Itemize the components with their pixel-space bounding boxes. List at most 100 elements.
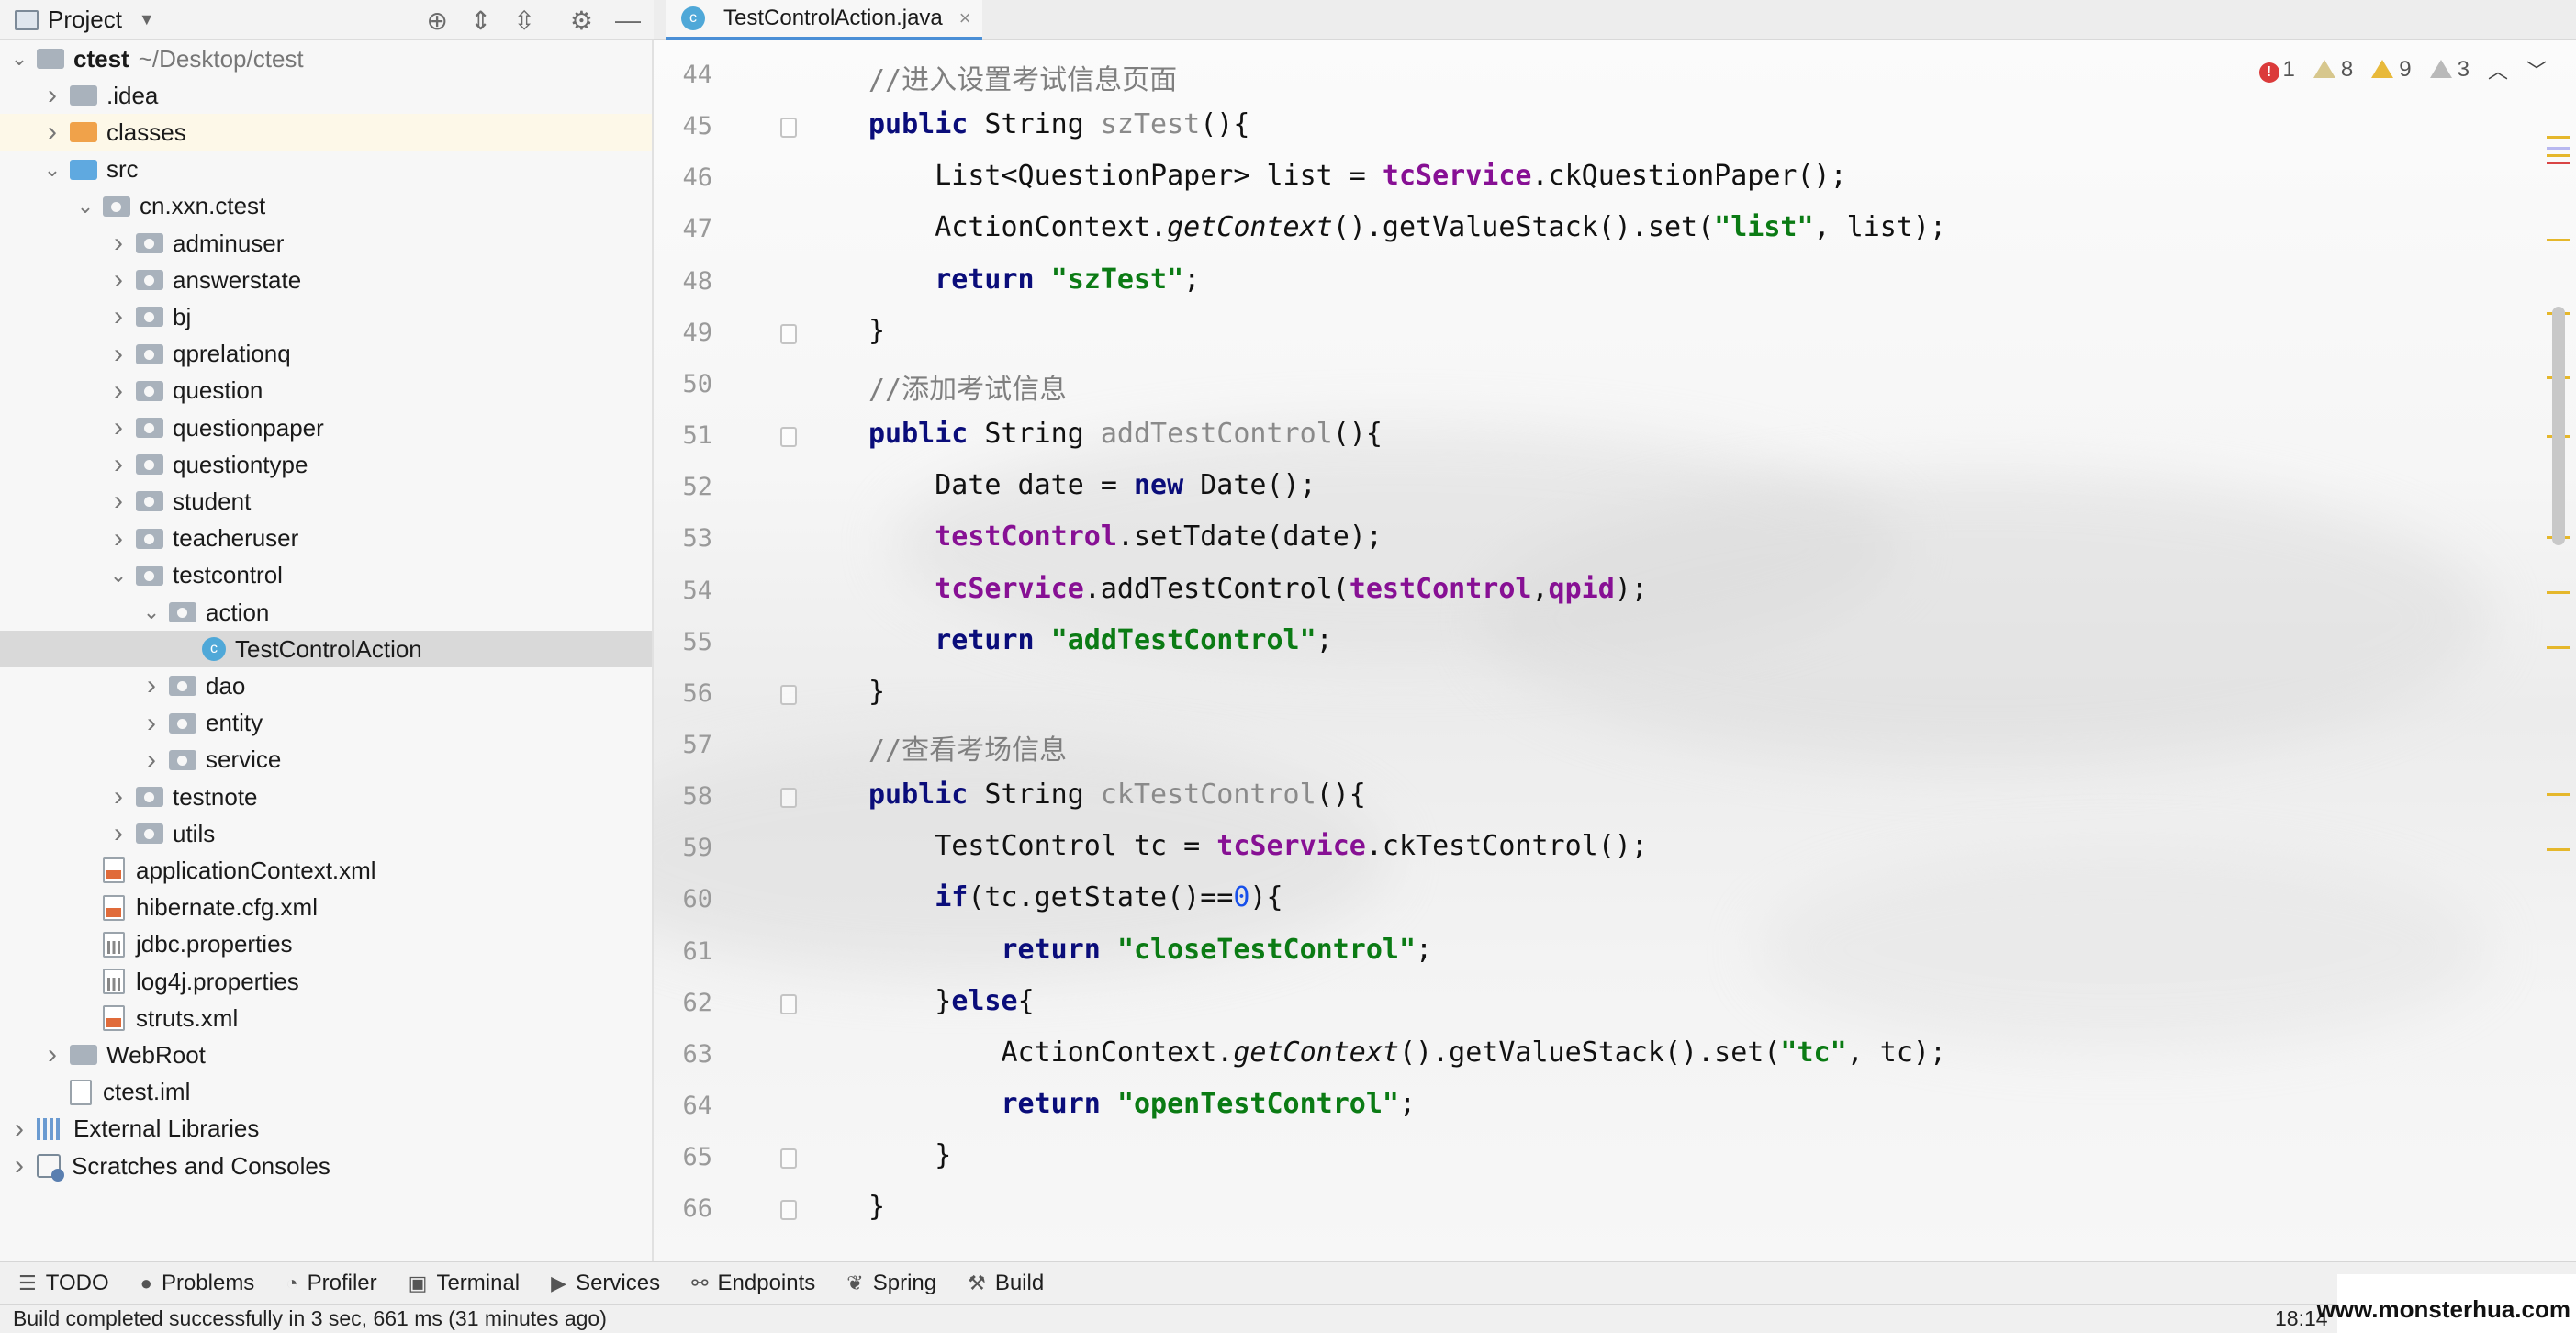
expand-all-icon[interactable]: ⇕ [470,6,491,36]
tree-row[interactable]: › dao [0,667,652,704]
chevron-right-icon[interactable]: › [42,1039,62,1070]
code-line[interactable]: TestControl tc = tcService.ckTestControl… [868,830,1648,862]
tree-row[interactable]: › questionpaper [0,409,652,446]
tree-row[interactable]: › qprelationq [0,336,652,373]
weak-warning-count[interactable]: 3 [2429,57,2470,83]
code-line[interactable]: public String szTest(){ [868,108,1249,140]
chevron-right-icon[interactable]: › [141,745,162,776]
chevron-right-icon[interactable]: › [108,449,129,480]
tree-row[interactable]: › question [0,373,652,409]
code-line[interactable]: ActionContext.getContext().getValueStack… [868,211,1946,243]
chevron-right-icon[interactable]: › [108,781,129,812]
tab-testcontrolaction[interactable]: c TestControlAction.java × [666,0,982,40]
code-line[interactable]: return "addTestControl"; [868,624,1332,656]
code-line[interactable]: return "closeTestControl"; [868,934,1433,966]
code-line[interactable]: } [868,315,885,347]
project-view-selector[interactable]: Project ▼ [15,6,155,34]
status-message[interactable]: Build completed successfully in 3 sec, 6… [13,1306,607,1331]
code-line[interactable]: } [868,1191,885,1223]
tool-window-profiler[interactable]: ◔ Profiler [286,1271,376,1296]
tree-row[interactable]: ⌄ action [0,594,652,631]
chevron-right-icon[interactable]: › [108,486,129,517]
code-line[interactable]: }else{ [868,985,1034,1017]
chevron-right-icon[interactable]: › [108,228,129,259]
tool-window-endpoints[interactable]: ⚯ Endpoints [691,1271,815,1296]
code-line[interactable]: List<QuestionPaper> list = tcService.ckQ… [868,160,1846,192]
code-line[interactable]: return "szTest"; [868,263,1200,296]
tree-row[interactable]: struts.xml [0,1000,652,1036]
code-line[interactable]: public String addTestControl(){ [868,418,1383,450]
tree-row[interactable]: c TestControlAction [0,631,652,668]
chevron-down-icon[interactable]: ⌄ [9,47,29,71]
stripe-mark[interactable] [2547,147,2570,150]
chevron-right-icon[interactable]: › [42,117,62,148]
fold-marker[interactable] [780,788,797,809]
chevron-right-icon[interactable]: › [108,375,129,407]
code-line[interactable]: } [868,1139,951,1171]
chevron-down-icon[interactable]: ⌄ [108,564,129,588]
chevron-right-icon[interactable]: › [42,80,62,111]
chevron-down-icon[interactable]: ▼ [139,10,155,29]
tree-row[interactable]: applicationContext.xml [0,852,652,889]
stripe-mark[interactable] [2547,239,2570,241]
chevron-up-icon[interactable]: ︿ [2488,55,2508,84]
chevron-right-icon[interactable]: › [108,818,129,849]
tree-row[interactable]: › teacheruser [0,521,652,557]
chevron-right-icon[interactable]: › [9,1150,29,1182]
fold-marker[interactable] [780,323,797,344]
chevron-right-icon[interactable]: › [141,670,162,701]
tree-row[interactable]: › bj [0,298,652,335]
tree-row[interactable]: › .idea [0,77,652,114]
code-line[interactable]: return "openTestControl"; [868,1088,1417,1120]
chevron-right-icon[interactable]: › [108,339,129,370]
tool-window-services[interactable]: ▶ Services [551,1271,660,1296]
tool-window-build[interactable]: ⚒ Build [968,1271,1044,1296]
warning-count-secondary[interactable]: 9 [2371,57,2412,83]
tree-row[interactable]: ⌄ cn.xxn.ctest [0,188,652,225]
tree-row[interactable]: › service [0,742,652,779]
collapse-all-icon[interactable]: ⇳ [513,6,534,36]
tool-window-terminal[interactable]: ▣ Terminal [409,1271,521,1296]
stripe-mark[interactable] [2547,154,2570,157]
code-line[interactable]: testControl.setTdate(date); [868,521,1383,553]
chevron-right-icon[interactable]: › [108,264,129,296]
fold-marker[interactable] [780,1200,797,1221]
chevron-right-icon[interactable]: › [108,412,129,443]
tree-row[interactable]: › External Libraries [0,1111,652,1148]
tree-row[interactable]: › Scratches and Consoles [0,1148,652,1184]
code-line[interactable]: public String ckTestControl(){ [868,779,1366,811]
code-line[interactable]: ActionContext.getContext().getValueStack… [868,1036,1946,1069]
gear-icon[interactable]: ⚙ [570,6,593,36]
tool-window-problems[interactable]: ● Problems [140,1271,255,1296]
tree-row[interactable]: › WebRoot [0,1036,652,1073]
chevron-right-icon[interactable]: › [9,1114,29,1145]
chevron-right-icon[interactable]: › [108,301,129,332]
code-line[interactable]: if(tc.getState()==0){ [868,881,1282,913]
inspection-widget[interactable]: ! 1 8 9 3 ︿ ﹀ [2258,55,2547,84]
locate-icon[interactable]: ⊕ [426,6,447,36]
stripe-mark[interactable] [2547,646,2570,649]
tree-row[interactable]: › entity [0,705,652,742]
close-icon[interactable]: × [959,6,971,30]
tree-row[interactable]: log4j.properties [0,963,652,1000]
tree-row[interactable]: › testnote [0,779,652,815]
fold-marker[interactable] [780,684,797,705]
fold-marker[interactable] [780,427,797,448]
error-count[interactable]: ! 1 [2258,57,2295,83]
error-stripe[interactable] [2539,40,2576,1261]
warning-count[interactable]: 8 [2313,57,2353,83]
tree-row[interactable]: ctest.iml [0,1074,652,1111]
fold-marker[interactable] [780,993,797,1014]
vertical-scrollbar[interactable] [2552,307,2565,545]
code-line[interactable]: //查看考场信息 [868,727,1067,767]
tree-row[interactable]: › questiontype [0,446,652,483]
chevron-right-icon[interactable]: › [141,708,162,739]
tree-row[interactable]: ⌄ testcontrol [0,557,652,594]
tree-row[interactable]: › utils [0,815,652,852]
chevron-down-icon[interactable]: ⌄ [42,158,62,182]
code-line[interactable]: //进入设置考试信息页面 [868,57,1177,97]
minimize-icon[interactable]: — [615,6,641,35]
chevron-down-icon[interactable]: ⌄ [75,195,95,218]
tree-row[interactable]: › answerstate [0,262,652,298]
tree-row[interactable]: hibernate.cfg.xml [0,890,652,926]
